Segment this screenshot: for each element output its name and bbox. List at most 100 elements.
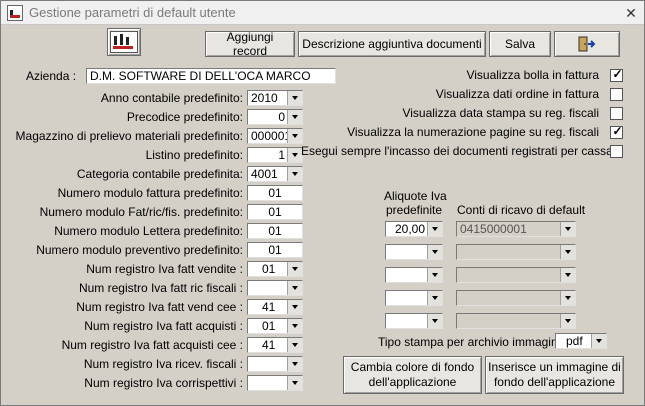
exit-button[interactable] (554, 31, 620, 57)
combo-field[interactable] (247, 356, 303, 372)
text-field[interactable]: 01 (247, 223, 303, 239)
combo-field[interactable]: 2010 (247, 90, 303, 106)
dm-logo-button[interactable] (107, 28, 141, 56)
field-value: 01 (268, 224, 282, 238)
field-label: Magazzino di prelievo materiali predefin… (15, 129, 243, 143)
combo-field[interactable]: 4001 (247, 166, 303, 182)
azienda-field[interactable]: D.M. SOFTWARE DI DELL'OCA MARCO (86, 68, 336, 84)
chevron-down-icon[interactable] (427, 291, 442, 305)
field-value: 0 (278, 110, 285, 124)
change-background-color-button[interactable]: Cambia colore di fondo dell'applicazione (343, 356, 482, 394)
field-label: Num registro Iva fatt acquisti cee : (61, 338, 243, 352)
checkbox[interactable]: ✓ (610, 67, 623, 82)
field-label: Num registro Iva fatt ric fiscali : (78, 281, 243, 295)
aliquota-select[interactable] (385, 290, 443, 306)
azienda-label: Azienda : (26, 69, 77, 83)
chevron-down-icon[interactable] (427, 222, 442, 236)
chevron-down-icon[interactable] (287, 281, 302, 295)
add-record-button[interactable]: Aggiungi record (205, 30, 295, 58)
checkbox-label: Visualizza dati ordine in fattura (435, 87, 599, 101)
tipo-stampa-value: pdf (566, 334, 583, 348)
chevron-down-icon[interactable] (560, 291, 575, 305)
aliquota-select[interactable] (385, 313, 443, 329)
aliquota-select[interactable] (385, 267, 443, 283)
text-field[interactable]: 01 (247, 185, 303, 201)
combo-field[interactable]: 01 (247, 261, 303, 277)
combo-field[interactable]: 1 (247, 147, 303, 163)
app-window: Gestione parametri di default utente ✕ A… (0, 0, 645, 406)
field-label: Categoria contabile predefinita: (76, 167, 243, 181)
field-value: 4001 (251, 167, 278, 181)
checkbox[interactable]: ✓ (610, 124, 623, 139)
conto-ricavo-select[interactable]: 0415000001 (456, 221, 576, 237)
chevron-down-icon[interactable] (560, 268, 575, 282)
checkbox-label: Visualizza la numerazione pagine su reg.… (347, 125, 599, 139)
aliquota-select[interactable] (385, 244, 443, 260)
chevron-down-icon[interactable] (287, 129, 302, 143)
conto-ricavo-value: 0415000001 (460, 222, 527, 236)
chevron-down-icon[interactable] (287, 262, 302, 276)
combo-field[interactable] (247, 280, 303, 296)
field-value: 01 (262, 262, 276, 276)
save-button[interactable]: Salva (489, 31, 551, 57)
field-value: 000001 (251, 129, 292, 143)
conto-ricavo-select[interactable] (456, 290, 576, 306)
chevron-down-icon[interactable] (287, 376, 302, 390)
checkbox[interactable] (610, 88, 623, 101)
checkbox[interactable] (610, 145, 623, 158)
aliquota-select[interactable]: 20,00 (385, 221, 443, 237)
text-field[interactable]: 01 (247, 242, 303, 258)
aliquote-header-line1: Aliquote Iva (384, 189, 447, 203)
combo-field[interactable]: 41 (247, 299, 303, 315)
chevron-down-icon[interactable] (287, 300, 302, 314)
chevron-down-icon[interactable] (287, 338, 302, 352)
chevron-down-icon[interactable] (287, 110, 302, 124)
conto-ricavo-select[interactable] (456, 267, 576, 283)
chevron-down-icon[interactable] (560, 245, 575, 259)
chevron-down-icon[interactable] (287, 91, 302, 105)
field-value: 1 (278, 148, 285, 162)
chevron-down-icon[interactable] (427, 314, 442, 328)
extra-description-button[interactable]: Descrizione aggiuntiva documenti (298, 31, 486, 57)
close-button[interactable]: ✕ (621, 3, 641, 23)
field-label: Precodice predefinito: (126, 110, 243, 124)
chevron-down-icon[interactable] (427, 268, 442, 282)
field-label: Numero modulo Fat/ric/fis. predefinito: (39, 205, 243, 219)
check-icon: ✓ (612, 67, 623, 81)
conti-header: Conti di ricavo di default (457, 203, 586, 217)
combo-field[interactable]: 41 (247, 337, 303, 353)
field-label: Num registro Iva fatt acquisti : (84, 319, 243, 333)
insert-background-image-button[interactable]: Inserisce un immagine di fondo dell'appl… (485, 356, 624, 394)
field-label: Numero modulo preventivo predefinito: (36, 243, 243, 257)
combo-field[interactable]: 01 (247, 318, 303, 334)
field-label: Num registro Iva fatt vendite : (86, 262, 243, 276)
chevron-down-icon[interactable] (427, 245, 442, 259)
change-background-color-line1: Cambia colore di fondo (350, 360, 475, 374)
field-value: 01 (262, 319, 276, 333)
tipo-stampa-select[interactable]: pdf (555, 333, 607, 349)
conto-ricavo-select[interactable] (456, 313, 576, 329)
conto-ricavo-select[interactable] (456, 244, 576, 260)
chevron-down-icon[interactable] (287, 167, 302, 181)
chevron-down-icon[interactable] (287, 319, 302, 333)
field-label: Num registro Iva corrispettivi : (84, 376, 243, 390)
chevron-down-icon[interactable] (287, 148, 302, 162)
combo-field[interactable] (247, 375, 303, 391)
aliquota-value: 20,00 (394, 222, 425, 236)
field-label: Num registro Iva ricev. fiscali : (83, 357, 243, 371)
azienda-value: D.M. SOFTWARE DI DELL'OCA MARCO (90, 69, 311, 83)
chevron-down-icon[interactable] (287, 357, 302, 371)
checkbox[interactable] (610, 107, 623, 120)
combo-field[interactable]: 000001 (247, 128, 303, 144)
field-label: Num registro Iva fatt vend cee : (76, 300, 243, 314)
field-label: Anno contabile predefinito: (100, 91, 243, 105)
field-label: Numero modulo Lettera predefinito: (54, 224, 243, 238)
chevron-down-icon[interactable] (560, 314, 575, 328)
chevron-down-icon[interactable] (591, 334, 606, 348)
field-value: 41 (262, 300, 276, 314)
dm-logo-icon (110, 31, 138, 53)
combo-field[interactable]: 0 (247, 109, 303, 125)
chevron-down-icon[interactable] (560, 222, 575, 236)
exit-door-icon (578, 36, 596, 52)
text-field[interactable]: 01 (247, 204, 303, 220)
